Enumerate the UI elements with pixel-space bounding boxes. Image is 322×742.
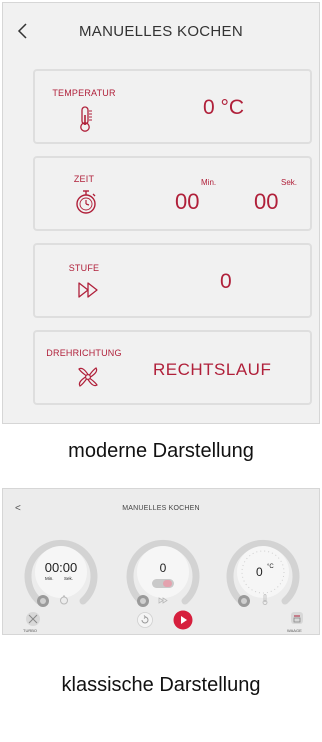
time-minutes-unit: Min. bbox=[201, 178, 217, 187]
speed-dial-value: 0 bbox=[159, 561, 167, 575]
temperature-label: TEMPERATUR bbox=[52, 88, 116, 98]
time-seconds-value: 00 bbox=[254, 189, 279, 214]
time-dial[interactable]: 00:00 Min. Sek. bbox=[21, 531, 101, 611]
temperature-dial[interactable]: 0 °C bbox=[223, 531, 303, 611]
temperature-card[interactable]: TEMPERATUR 0 °C bbox=[33, 69, 312, 144]
start-button[interactable] bbox=[173, 610, 193, 635]
direction-value: RECHTSLAUF bbox=[153, 360, 272, 379]
chevron-left-icon bbox=[17, 23, 27, 39]
header: MANUELLES KOCHEN bbox=[3, 3, 319, 59]
speed-value: 0 bbox=[220, 270, 232, 293]
speed-label: STUFE bbox=[68, 263, 100, 273]
time-minutes-value: 00 bbox=[175, 189, 200, 214]
classic-view-panel: < MANUELLES KOCHEN 00:00 Min. Sek. 0 0 °… bbox=[2, 488, 320, 635]
caption-modern: moderne Darstellung bbox=[68, 440, 254, 462]
back-button[interactable] bbox=[13, 19, 33, 43]
time-dial-min-label: Min. bbox=[45, 576, 54, 581]
reverse-direction-button[interactable] bbox=[137, 612, 153, 633]
fan-icon bbox=[26, 612, 40, 626]
stopwatch-icon bbox=[73, 188, 99, 221]
rotate-icon bbox=[137, 612, 153, 628]
play-icon bbox=[173, 610, 193, 630]
back-button-classic[interactable]: < bbox=[15, 503, 21, 514]
page-title-classic: MANUELLES KOCHEN bbox=[122, 505, 200, 512]
modern-view-panel: MANUELLES KOCHEN TEMPERATUR 0 °C ZEIT 00… bbox=[2, 2, 320, 424]
time-dial-sec-label: Sek. bbox=[64, 576, 74, 581]
temperature-value: 0 °C bbox=[203, 96, 245, 119]
thermometer-icon bbox=[77, 105, 95, 138]
direction-label: DREHRICHTUNG bbox=[46, 348, 122, 358]
time-dial-value: 00:00 bbox=[44, 560, 78, 575]
speed-card[interactable]: STUFE 0 bbox=[33, 243, 312, 318]
scale-icon bbox=[291, 612, 303, 624]
page-title: MANUELLES KOCHEN bbox=[78, 23, 243, 40]
temperature-dial-value: 0 bbox=[256, 565, 263, 579]
time-label: ZEIT bbox=[73, 174, 95, 184]
time-seconds-unit: Sek. bbox=[281, 178, 298, 187]
time-card[interactable]: ZEIT 00 Min. 00 Sek. bbox=[33, 156, 312, 231]
scale-label: WAAGE bbox=[287, 628, 302, 633]
speed-dial[interactable]: 0 bbox=[123, 531, 203, 611]
fast-forward-icon bbox=[76, 281, 102, 304]
direction-card[interactable]: DREHRICHTUNG RECHTSLAUF bbox=[33, 330, 312, 405]
temperature-dial-unit: °C bbox=[267, 564, 274, 570]
fan-blade-icon bbox=[75, 364, 101, 395]
turbo-label: TURBO bbox=[23, 628, 37, 633]
caption-classic: klassische Darstellung bbox=[61, 674, 261, 696]
